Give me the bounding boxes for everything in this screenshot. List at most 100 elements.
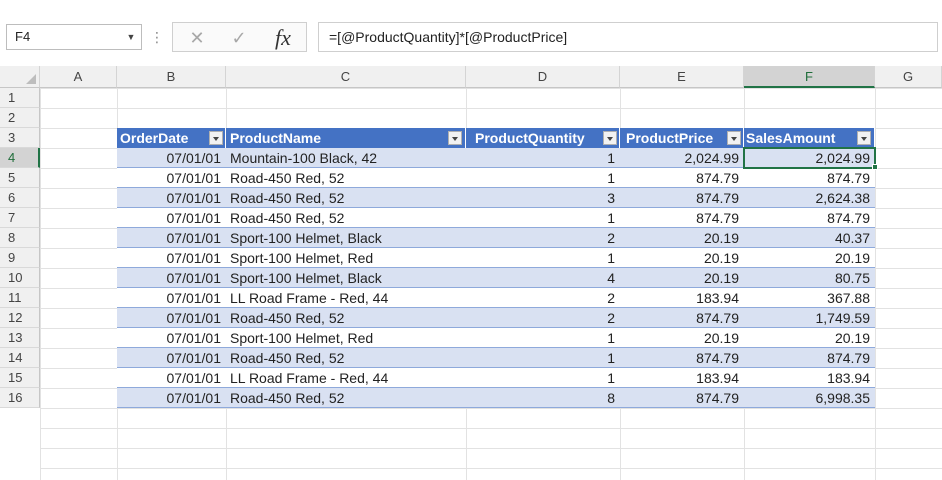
cell-productquantity[interactable]: 4 xyxy=(466,268,620,288)
filter-dropdown-icon[interactable] xyxy=(603,131,617,145)
row-header[interactable]: 9 xyxy=(0,248,40,268)
cell-productquantity[interactable]: 1 xyxy=(466,248,620,268)
column-header-e[interactable]: E xyxy=(620,66,744,88)
cell-productquantity[interactable]: 1 xyxy=(466,328,620,348)
cell-productquantity[interactable]: 3 xyxy=(466,188,620,208)
row-header[interactable]: 13 xyxy=(0,328,40,348)
column-header-f[interactable]: F xyxy=(744,66,875,88)
column-header-b[interactable]: B xyxy=(117,66,226,88)
row-header[interactable]: 4 xyxy=(0,148,40,168)
cell-productquantity[interactable]: 8 xyxy=(466,388,620,408)
cell-salesamount[interactable]: 80.75 xyxy=(744,268,875,288)
cell-orderdate[interactable]: 07/01/01 xyxy=(117,208,226,228)
header-productprice[interactable]: ProductPrice xyxy=(620,128,744,148)
filter-dropdown-icon[interactable] xyxy=(448,131,462,145)
table-row[interactable]: 07/01/01 LL Road Frame - Red, 44 2 183.9… xyxy=(117,288,875,308)
row-header[interactable]: 8 xyxy=(0,228,40,248)
filter-dropdown-icon[interactable] xyxy=(727,131,741,145)
cell-salesamount[interactable]: 20.19 xyxy=(744,248,875,268)
cell-salesamount[interactable]: 874.79 xyxy=(744,208,875,228)
table-row[interactable]: 07/01/01 Road-450 Red, 52 8 874.79 6,998… xyxy=(117,388,875,408)
cell-productprice[interactable]: 874.79 xyxy=(620,208,744,228)
cell-orderdate[interactable]: 07/01/01 xyxy=(117,348,226,368)
insert-function-button[interactable]: fx xyxy=(263,23,303,53)
cell-productname[interactable]: Road-450 Red, 52 xyxy=(226,348,466,368)
cell-orderdate[interactable]: 07/01/01 xyxy=(117,228,226,248)
cell-productprice[interactable]: 20.19 xyxy=(620,248,744,268)
formula-bar-grip[interactable]: ⋮ xyxy=(150,26,164,48)
row-header[interactable]: 5 xyxy=(0,168,40,188)
filter-dropdown-icon[interactable] xyxy=(857,131,871,145)
table-row[interactable]: 07/01/01 Sport-100 Helmet, Black 2 20.19… xyxy=(117,228,875,248)
header-salesamount[interactable]: SalesAmount xyxy=(744,128,875,148)
cell-orderdate[interactable]: 07/01/01 xyxy=(117,268,226,288)
cell-orderdate[interactable]: 07/01/01 xyxy=(117,328,226,348)
header-productname[interactable]: ProductName xyxy=(226,128,466,148)
cell-productprice[interactable]: 20.19 xyxy=(620,268,744,288)
row-header[interactable]: 3 xyxy=(0,128,40,148)
table-row[interactable]: 07/01/01 Sport-100 Helmet, Red 1 20.19 2… xyxy=(117,248,875,268)
row-header[interactable]: 12 xyxy=(0,308,40,328)
cell-orderdate[interactable]: 07/01/01 xyxy=(117,248,226,268)
enter-icon[interactable]: ✓ xyxy=(219,23,259,53)
table-row[interactable]: 07/01/01 Sport-100 Helmet, Black 4 20.19… xyxy=(117,268,875,288)
row-header[interactable]: 11 xyxy=(0,288,40,308)
column-header-c[interactable]: C xyxy=(226,66,466,88)
cell-productprice[interactable]: 874.79 xyxy=(620,168,744,188)
cell-productquantity[interactable]: 2 xyxy=(466,308,620,328)
row-header[interactable]: 2 xyxy=(0,108,40,128)
formula-input[interactable]: =[@ProductQuantity]*[@ProductPrice] xyxy=(318,22,938,52)
cell-productprice[interactable]: 183.94 xyxy=(620,368,744,388)
table-row[interactable]: 07/01/01 LL Road Frame - Red, 44 1 183.9… xyxy=(117,368,875,388)
cell-productname[interactable]: Road-450 Red, 52 xyxy=(226,168,466,188)
cell-salesamount[interactable]: 40.37 xyxy=(744,228,875,248)
row-header[interactable]: 6 xyxy=(0,188,40,208)
table-row[interactable]: 07/01/01 Road-450 Red, 52 1 874.79 874.7… xyxy=(117,168,875,188)
cell-orderdate[interactable]: 07/01/01 xyxy=(117,388,226,408)
table-row[interactable]: 07/01/01 Road-450 Red, 52 1 874.79 874.7… xyxy=(117,348,875,368)
cell-salesamount[interactable]: 20.19 xyxy=(744,328,875,348)
filter-dropdown-icon[interactable] xyxy=(209,131,223,145)
row-header[interactable]: 10 xyxy=(0,268,40,288)
cell-productprice[interactable]: 20.19 xyxy=(620,228,744,248)
cell-productname[interactable]: Sport-100 Helmet, Black xyxy=(226,268,466,288)
cell-orderdate[interactable]: 07/01/01 xyxy=(117,368,226,388)
cell-productprice[interactable]: 183.94 xyxy=(620,288,744,308)
cell-productname[interactable]: LL Road Frame - Red, 44 xyxy=(226,288,466,308)
cell-productprice[interactable]: 874.79 xyxy=(620,388,744,408)
cell-productname[interactable]: Sport-100 Helmet, Red xyxy=(226,328,466,348)
cell-productquantity[interactable]: 1 xyxy=(466,168,620,188)
column-header-a[interactable]: A xyxy=(40,66,117,88)
column-header-g[interactable]: G xyxy=(875,66,942,88)
worksheet-grid[interactable]: A B C D E F G 1 2 3 4 5 6 7 8 9 10 11 12… xyxy=(0,66,942,480)
select-all-button[interactable] xyxy=(0,66,40,88)
column-header-d[interactable]: D xyxy=(466,66,620,88)
cell-orderdate[interactable]: 07/01/01 xyxy=(117,288,226,308)
cell-productprice[interactable]: 874.79 xyxy=(620,188,744,208)
cell-orderdate[interactable]: 07/01/01 xyxy=(117,188,226,208)
cell-productquantity[interactable]: 1 xyxy=(466,368,620,388)
row-header[interactable]: 1 xyxy=(0,88,40,108)
row-header[interactable]: 16 xyxy=(0,388,40,408)
cell-productname[interactable]: Road-450 Red, 52 xyxy=(226,308,466,328)
row-header[interactable]: 14 xyxy=(0,348,40,368)
cell-productquantity[interactable]: 1 xyxy=(466,348,620,368)
row-header[interactable]: 7 xyxy=(0,208,40,228)
table-row[interactable]: 07/01/01 Road-450 Red, 52 1 874.79 874.7… xyxy=(117,208,875,228)
table-row[interactable]: 07/01/01 Road-450 Red, 52 2 874.79 1,749… xyxy=(117,308,875,328)
fill-handle[interactable] xyxy=(872,164,878,170)
cell-productquantity[interactable]: 2 xyxy=(466,288,620,308)
active-cell-outline[interactable] xyxy=(743,147,876,169)
cell-orderdate[interactable]: 07/01/01 xyxy=(117,148,226,168)
cancel-icon[interactable]: ✕ xyxy=(177,23,217,53)
cell-productprice[interactable]: 20.19 xyxy=(620,328,744,348)
cell-salesamount[interactable]: 183.94 xyxy=(744,368,875,388)
header-productquantity[interactable]: ProductQuantity xyxy=(466,128,620,148)
cell-productname[interactable]: Road-450 Red, 52 xyxy=(226,388,466,408)
cell-productquantity[interactable]: 1 xyxy=(466,208,620,228)
cell-productname[interactable]: Sport-100 Helmet, Red xyxy=(226,248,466,268)
cell-productname[interactable]: Road-450 Red, 52 xyxy=(226,188,466,208)
cell-salesamount[interactable]: 874.79 xyxy=(744,348,875,368)
cell-salesamount[interactable]: 1,749.59 xyxy=(744,308,875,328)
cell-productprice[interactable]: 874.79 xyxy=(620,308,744,328)
